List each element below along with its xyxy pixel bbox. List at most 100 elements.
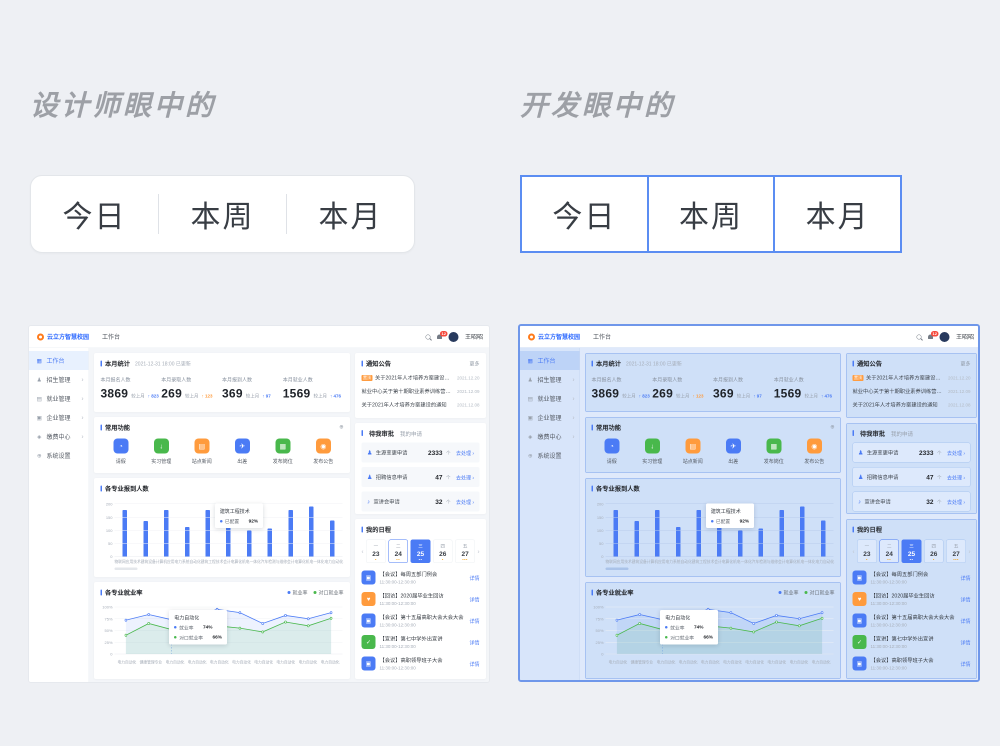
settings-gear-icon[interactable]: ⊕ bbox=[830, 425, 834, 431]
quick-action-publish-notice[interactable]: ◉发布公告 bbox=[794, 439, 835, 465]
quick-action-internship[interactable]: ↓实习管理 bbox=[141, 439, 182, 465]
quick-action-site-news[interactable]: ▤站点新闻 bbox=[673, 439, 714, 465]
day-chip-23[interactable]: 一23• bbox=[366, 540, 386, 564]
sidebar-item-admissions[interactable]: ♟招生管理› bbox=[29, 370, 89, 389]
day-chip-25[interactable]: 三25•• bbox=[411, 540, 431, 564]
schedule-item[interactable]: ♥【回访】2020届毕业生回访11:30:00-12:30:00详情 bbox=[853, 592, 971, 606]
sidebar-item-enterprise[interactable]: ▣企业管理› bbox=[29, 408, 89, 427]
search-icon[interactable] bbox=[425, 334, 430, 339]
day-chip-23[interactable]: 一23• bbox=[857, 540, 877, 564]
day-chip-27[interactable]: 五27••• bbox=[946, 540, 966, 564]
notice-item[interactable]: 就业中心关于第十期职业素养训练营开营通...2021.12.09 bbox=[853, 388, 971, 396]
schedule-item[interactable]: ♥【回访】2020届毕业生回访11:30:00-12:30:00详情 bbox=[362, 592, 480, 606]
schedule-item[interactable]: ▣【会议】每周五部门例会11:30:00-12:30:00详情 bbox=[853, 571, 971, 585]
quick-action-leave[interactable]: ◔请假 bbox=[592, 439, 633, 465]
sidebar-item-employment[interactable]: ▤就业管理› bbox=[520, 389, 580, 408]
quick-action-internship[interactable]: ↓实习管理 bbox=[632, 439, 673, 465]
detail-link[interactable]: 详情 bbox=[961, 595, 971, 603]
handle-link[interactable]: 去处理 › bbox=[947, 449, 965, 457]
line-chart[interactable]: 电力自动化 就业率74%对口就业率66% 025%50%75%100% bbox=[606, 602, 834, 658]
notice-item[interactable]: 就业中心关于第十期职业素养训练营开营通...2021.12.09 bbox=[362, 388, 480, 396]
sidebar-item-settings[interactable]: ⊕系统设置 bbox=[29, 446, 89, 465]
chart-scrollbar[interactable] bbox=[115, 568, 138, 571]
schedule-item[interactable]: ▣【会议】高职领导班子大会11:30:00-12:30:00详情 bbox=[362, 657, 480, 671]
quick-action-publish-job[interactable]: ▦发布岗位 bbox=[754, 439, 795, 465]
detail-link[interactable]: 详情 bbox=[470, 617, 480, 625]
sidebar-item-enterprise[interactable]: ▣企业管理› bbox=[520, 408, 580, 427]
quick-action-site-news[interactable]: ▤站点新闻 bbox=[182, 439, 223, 465]
schedule-item[interactable]: ▣【会议】每周五部门例会11:30:00-12:30:00详情 bbox=[362, 571, 480, 585]
approval-row[interactable]: ♟生源变更申请2333个去处理 › bbox=[362, 443, 480, 463]
detail-link[interactable]: 详情 bbox=[470, 595, 480, 603]
approval-row[interactable]: ♟生源变更申请2333个去处理 › bbox=[853, 443, 971, 463]
approval-row[interactable]: ♪宣讲会申请32个去处理 › bbox=[853, 492, 971, 512]
tab-month[interactable]: 本月 bbox=[287, 192, 414, 236]
detail-link[interactable]: 详情 bbox=[961, 638, 971, 646]
tab-today[interactable]: 今日 bbox=[520, 175, 649, 253]
notice-item[interactable]: 关于2021年人才培养方案建设的通知2021.12.08 bbox=[362, 401, 480, 409]
search-icon[interactable] bbox=[916, 334, 921, 339]
quick-action-business-trip[interactable]: ✈出差 bbox=[222, 439, 263, 465]
tab-week[interactable]: 本周 bbox=[647, 175, 776, 253]
handle-link[interactable]: 去处理 › bbox=[456, 498, 474, 506]
handle-link[interactable]: 去处理 › bbox=[456, 473, 474, 481]
day-chip-26[interactable]: 四26• bbox=[924, 540, 944, 564]
detail-link[interactable]: 详情 bbox=[470, 574, 480, 582]
legend-item[interactable]: 就业率 bbox=[779, 589, 799, 597]
line-chart[interactable]: 电力自动化 就业率74%对口就业率66% 025%50%75%100% bbox=[115, 602, 343, 658]
quick-action-leave[interactable]: ◔请假 bbox=[101, 439, 142, 465]
tab-pending-approvals[interactable]: 待我审批 bbox=[860, 429, 885, 439]
sidebar-item-payment[interactable]: ◈缴费中心› bbox=[29, 427, 89, 446]
tab-pending-approvals[interactable]: 待我审批 bbox=[369, 429, 394, 439]
legend-item[interactable]: 就业率 bbox=[288, 589, 308, 597]
legend-item[interactable]: 对口就业率 bbox=[805, 589, 835, 597]
schedule-item[interactable]: ▣【会议】第十五届高职大会大会大会11:30:00-12:30:00详情 bbox=[362, 614, 480, 628]
schedule-item[interactable]: ▣【会议】高职领导班子大会11:30:00-12:30:00详情 bbox=[853, 657, 971, 671]
detail-link[interactable]: 详情 bbox=[961, 660, 971, 668]
notice-item[interactable]: 置顶关于2021年人才培养方案建设的通知2021.12.20 bbox=[853, 374, 971, 382]
chevron-left-icon[interactable]: ‹ bbox=[853, 548, 855, 555]
avatar[interactable] bbox=[939, 332, 949, 342]
notification-bell[interactable]: 12 bbox=[437, 335, 442, 340]
more-link[interactable]: 更多 bbox=[470, 360, 480, 368]
schedule-item[interactable]: ✓【宣讲】第七中学外出宣讲11:30:00-12:30:00详情 bbox=[853, 635, 971, 649]
more-link[interactable]: 更多 bbox=[961, 360, 971, 368]
handle-link[interactable]: 去处理 › bbox=[947, 473, 965, 481]
day-chip-27[interactable]: 五27••• bbox=[455, 540, 475, 564]
notice-item[interactable]: 关于2021年人才培养方案建设的通知2021.12.08 bbox=[853, 401, 971, 409]
schedule-item[interactable]: ✓【宣讲】第七中学外出宣讲11:30:00-12:30:00详情 bbox=[362, 635, 480, 649]
approval-row[interactable]: ♟招聘信息申请47个去处理 › bbox=[853, 467, 971, 487]
sidebar-item-workbench[interactable]: ▦工作台 bbox=[520, 351, 580, 370]
day-chip-24[interactable]: 二24•• bbox=[879, 540, 899, 564]
schedule-item[interactable]: ▣【会议】第十五届高职大会大会大会11:30:00-12:30:00详情 bbox=[853, 614, 971, 628]
detail-link[interactable]: 详情 bbox=[470, 660, 480, 668]
legend-item[interactable]: 对口就业率 bbox=[314, 589, 344, 597]
handle-link[interactable]: 去处理 › bbox=[947, 498, 965, 506]
chevron-right-icon[interactable]: › bbox=[477, 548, 479, 555]
quick-action-publish-notice[interactable]: ◉发布公告 bbox=[303, 439, 344, 465]
avatar[interactable] bbox=[448, 332, 458, 342]
sidebar-item-payment[interactable]: ◈缴费中心› bbox=[520, 427, 580, 446]
tab-today[interactable]: 今日 bbox=[31, 192, 158, 236]
chevron-right-icon[interactable]: › bbox=[968, 548, 970, 555]
handle-link[interactable]: 去处理 › bbox=[456, 449, 474, 457]
sidebar-item-employment[interactable]: ▤就业管理› bbox=[29, 389, 89, 408]
tab-month[interactable]: 本月 bbox=[773, 175, 902, 253]
detail-link[interactable]: 详情 bbox=[961, 574, 971, 582]
approval-row[interactable]: ♪宣讲会申请32个去处理 › bbox=[362, 492, 480, 512]
sidebar-item-admissions[interactable]: ♟招生管理› bbox=[520, 370, 580, 389]
tab-week[interactable]: 本周 bbox=[159, 192, 286, 236]
detail-link[interactable]: 详情 bbox=[470, 638, 480, 646]
chevron-left-icon[interactable]: ‹ bbox=[362, 548, 364, 555]
tab-my-applications[interactable]: 我的申请 bbox=[400, 430, 422, 438]
day-chip-26[interactable]: 四26• bbox=[433, 540, 453, 564]
day-chip-24[interactable]: 二24•• bbox=[388, 540, 408, 564]
approval-row[interactable]: ♟招聘信息申请47个去处理 › bbox=[362, 467, 480, 487]
bar-chart[interactable]: 建筑工程技术 已配置92% 050100150200 bbox=[115, 499, 343, 557]
bar-chart[interactable]: 建筑工程技术 已配置92% 050100150200 bbox=[606, 499, 834, 557]
tab-my-applications[interactable]: 我的申请 bbox=[891, 430, 913, 438]
notification-bell[interactable]: 12 bbox=[928, 335, 933, 340]
chart-scrollbar[interactable] bbox=[606, 568, 629, 571]
sidebar-item-settings[interactable]: ⊕系统设置 bbox=[520, 446, 580, 465]
detail-link[interactable]: 详情 bbox=[961, 617, 971, 625]
